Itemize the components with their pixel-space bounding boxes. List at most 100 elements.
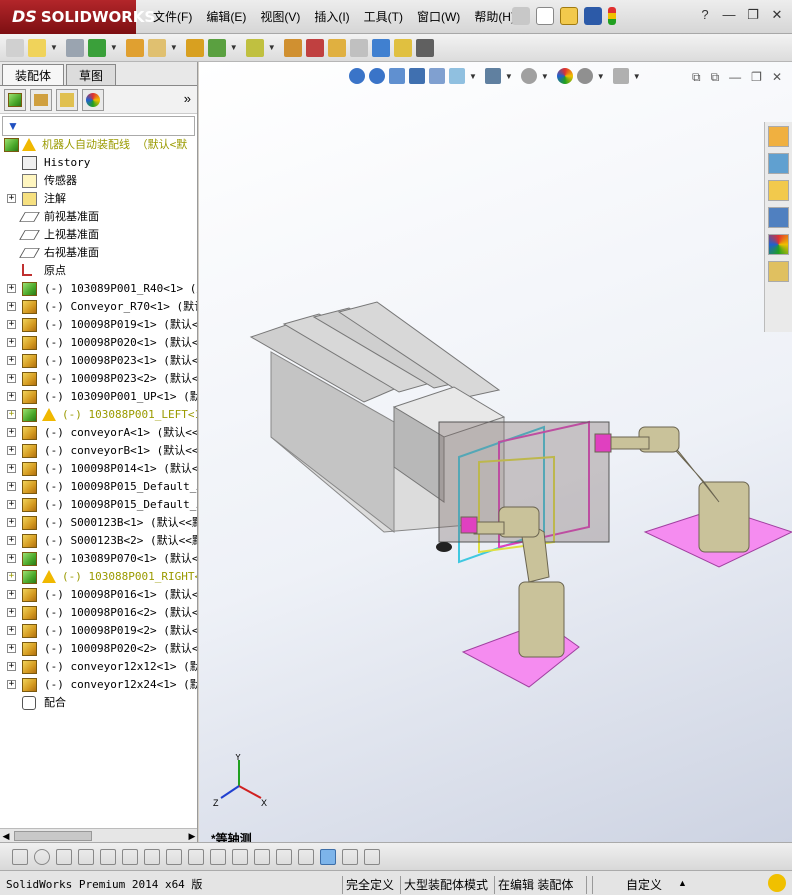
shaded-view-icon[interactable] (320, 848, 336, 865)
view-orientation-icon[interactable] (449, 68, 465, 84)
tree-root[interactable]: 机器人自动装配线 （默认<默 (0, 136, 197, 154)
tree-annotations[interactable]: + 注解 (0, 190, 197, 208)
zoom-to-fit-icon[interactable] (349, 68, 365, 84)
tree-component[interactable]: + (-) 100098P020<2> (默认<< (0, 640, 197, 658)
point-icon[interactable] (12, 848, 28, 865)
display-style-icon[interactable] (484, 68, 501, 84)
hide-show-items-icon[interactable] (520, 68, 537, 84)
line-icon[interactable] (56, 848, 72, 865)
configuration-manager-tab[interactable] (56, 88, 78, 111)
table-icon[interactable] (364, 848, 380, 865)
grid-icon[interactable] (276, 848, 292, 865)
angle-icon[interactable] (122, 848, 138, 865)
trim-icon[interactable] (100, 848, 116, 865)
expand-icon[interactable]: + (7, 680, 16, 689)
solidworks-resources-icon[interactable] (768, 126, 789, 147)
horizontal-dimension-icon[interactable] (254, 848, 270, 865)
tree-component[interactable]: + (-) 100098P014<1> (默认<< (0, 460, 197, 478)
chevron-down-icon[interactable]: ▼ (110, 43, 118, 52)
minimize-button[interactable]: — (720, 6, 738, 24)
tree-component[interactable]: + (-) conveyor12x12<1> (默认 (0, 658, 197, 676)
tree-mates[interactable]: 配合 (0, 694, 197, 712)
tree-component[interactable]: + (-) S000123B<2> (默认<<默 (0, 532, 197, 550)
split-left-icon[interactable]: ⧉ (692, 70, 701, 85)
expand-icon[interactable]: + (7, 338, 16, 347)
tree-history[interactable]: History (0, 154, 197, 172)
tree-top-plane[interactable]: 上视基准面 (0, 226, 197, 244)
status-custom-units[interactable]: 自定义 (626, 876, 662, 893)
reference-geometry-icon[interactable] (245, 38, 264, 57)
feature-manager-tab[interactable] (4, 88, 26, 111)
circle-icon[interactable] (34, 848, 50, 865)
tree-right-plane[interactable]: 右视基准面 (0, 244, 197, 262)
interference-detection-icon[interactable] (371, 38, 390, 57)
display-manager-tab[interactable] (82, 88, 104, 111)
tree-component[interactable]: + (-) 103089P001_R40<1> (默认 (0, 280, 197, 298)
angle-dimension-icon[interactable] (298, 848, 314, 865)
property-manager-tab[interactable] (30, 88, 52, 111)
tab-sketch[interactable]: 草图 (66, 64, 117, 85)
design-library-icon[interactable] (768, 153, 789, 174)
file-explorer-icon[interactable] (768, 180, 789, 201)
tree-horizontal-scrollbar[interactable]: ◀ ▶ (0, 828, 197, 842)
expand-icon[interactable]: + (7, 392, 16, 401)
menu-file[interactable]: 文件(F) (146, 8, 199, 25)
tree-component[interactable]: + (-) conveyorA<1> (默认<<默 (0, 424, 197, 442)
edit-appearance-icon[interactable] (556, 68, 573, 84)
menu-insert[interactable]: 插入(I) (307, 8, 356, 25)
expand-icon[interactable]: + (7, 482, 16, 491)
bill-of-materials-icon[interactable] (305, 38, 324, 57)
new-motion-study-icon[interactable] (283, 38, 302, 57)
restore-button[interactable]: ❐ (744, 6, 762, 24)
status-large-assembly[interactable]: 大型装配体模式 (404, 876, 488, 893)
new-document-icon[interactable] (536, 7, 554, 25)
expand-icon[interactable]: + (7, 554, 16, 563)
tree-component[interactable]: + (-) 100098P019<1> (默认<< (0, 316, 197, 334)
expand-icon[interactable]: + (7, 356, 16, 365)
expand-icon[interactable]: + (7, 662, 16, 671)
expand-icon[interactable]: + (7, 572, 16, 581)
view-settings-icon[interactable] (612, 68, 629, 84)
tree-component[interactable]: + (-) 100098P016<1> (默认<< (0, 586, 197, 604)
insert-component-icon[interactable] (6, 38, 24, 57)
appearances-icon[interactable] (768, 234, 789, 255)
tree-component[interactable]: + (-) conveyor12x24<1> (默认 (0, 676, 197, 694)
new-part-icon[interactable] (28, 38, 46, 57)
menu-view[interactable]: 视图(V) (253, 8, 307, 25)
chevron-down-icon[interactable]: ▼ (633, 72, 641, 81)
tree-component[interactable]: + (-) conveyorB<1> (默认<<默 (0, 442, 197, 460)
tree-component[interactable]: + (-) 103089P070<1> (默认<< (0, 550, 197, 568)
tree-component[interactable]: + (-) 100098P023<1> (默认<< (0, 352, 197, 370)
pin-icon[interactable] (512, 7, 530, 25)
corner-icon[interactable] (210, 848, 226, 865)
explode-line-sketch-icon[interactable] (349, 38, 368, 57)
mate-icon[interactable] (65, 38, 84, 57)
split-right-icon[interactable]: ⧉ (711, 70, 720, 85)
linear-pattern-icon[interactable] (87, 38, 106, 57)
tree-filter[interactable]: ▼ (2, 116, 195, 136)
sketch-fillet-icon[interactable] (144, 848, 160, 865)
assembly-features-icon[interactable] (207, 38, 226, 57)
show-hidden-icon[interactable] (185, 38, 204, 57)
section-view-icon[interactable] (409, 68, 425, 84)
menu-edit[interactable]: 编辑(E) (199, 8, 253, 25)
status-units-arrow[interactable]: ▲ (678, 878, 687, 888)
panel-expand-button[interactable]: » (184, 91, 191, 106)
help-button[interactable]: ? (696, 6, 714, 24)
tree-sensors[interactable]: 传感器 (0, 172, 197, 190)
menu-window[interactable]: 窗口(W) (410, 8, 467, 25)
save-icon[interactable] (584, 7, 602, 25)
expand-icon[interactable]: + (7, 284, 16, 293)
expand-icon[interactable]: + (7, 374, 16, 383)
tree-component[interactable]: + (-) 100098P023<2> (默认<< (0, 370, 197, 388)
assembly-model[interactable] (199, 62, 792, 842)
expand-icon[interactable]: + (7, 428, 16, 437)
expand-icon[interactable]: + (7, 302, 16, 311)
move-component-icon[interactable] (147, 38, 166, 57)
dimension-icon[interactable] (232, 848, 248, 865)
tree-component[interactable]: + (-) Conveyor_R70<1> (默认 (0, 298, 197, 316)
tab-assembly[interactable]: 装配体 (2, 64, 65, 85)
convert-entities-icon[interactable] (166, 848, 182, 865)
offset-icon[interactable] (188, 848, 204, 865)
chevron-down-icon[interactable]: ▼ (170, 43, 178, 52)
